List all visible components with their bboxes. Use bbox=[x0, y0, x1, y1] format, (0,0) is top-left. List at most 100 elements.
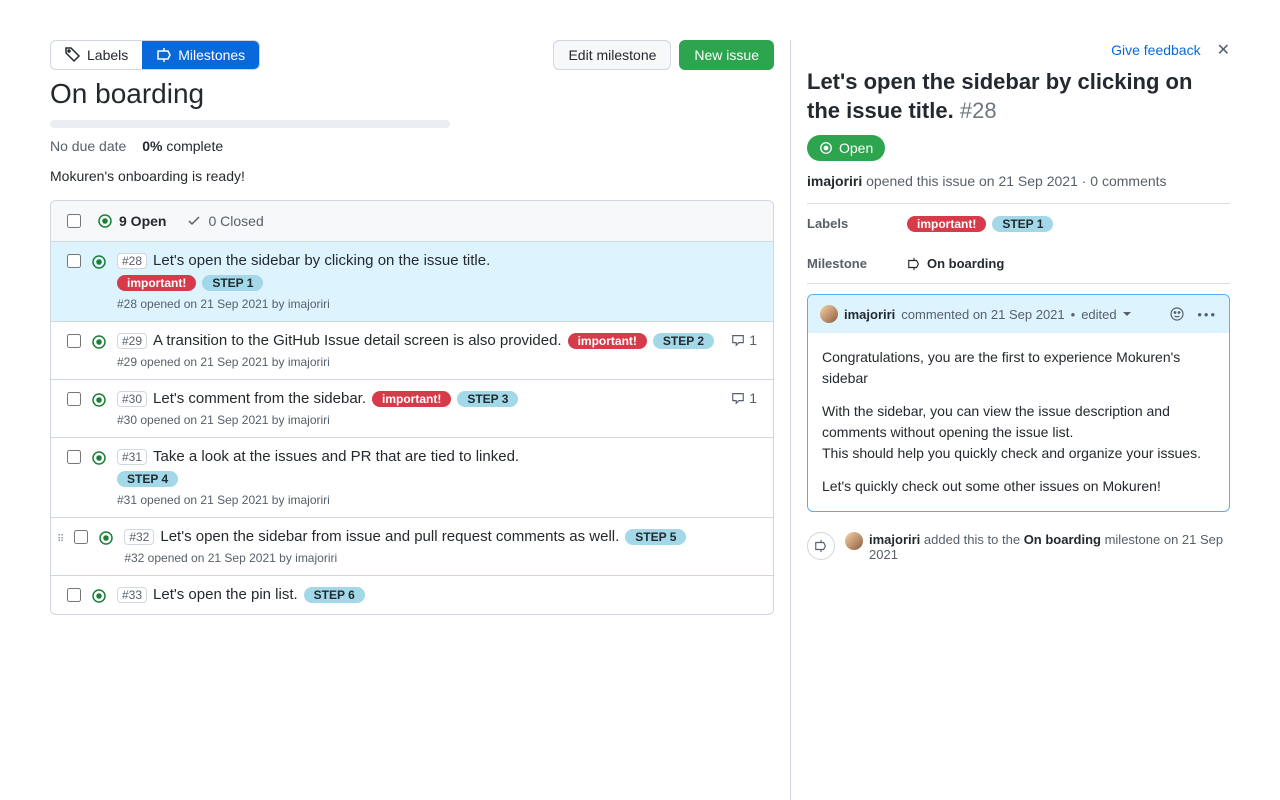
issue-subtext: #28 opened on 21 Sep 2021 by imajoriri bbox=[117, 297, 757, 311]
kebab-icon[interactable]: ••• bbox=[1197, 307, 1217, 322]
comment: imajoriri commented on 21 Sep 2021 • edi… bbox=[807, 294, 1230, 512]
issue-row[interactable]: #28Let's open the sidebar by clicking on… bbox=[51, 241, 773, 321]
sidebar: Give feedback ✕ Let's open the sidebar b… bbox=[790, 40, 1230, 800]
give-feedback-link[interactable]: Give feedback bbox=[1111, 42, 1201, 58]
issue-title[interactable]: Let's open the sidebar from issue and pu… bbox=[160, 528, 619, 545]
comment-count[interactable]: 1 bbox=[731, 332, 757, 348]
comment-count[interactable]: 1 bbox=[731, 390, 757, 406]
milestone-icon bbox=[156, 47, 172, 63]
due-date: No due date bbox=[50, 138, 126, 154]
label-pill[interactable]: STEP 2 bbox=[653, 333, 714, 349]
labels-tab[interactable]: Labels bbox=[51, 41, 142, 69]
milestone-row: Milestone On boarding bbox=[807, 244, 1230, 284]
label-pill[interactable]: STEP 3 bbox=[457, 391, 518, 407]
close-icon[interactable]: ✕ bbox=[1217, 40, 1230, 60]
issue-title[interactable]: Let's open the pin list. bbox=[153, 586, 298, 603]
comment-header: imajoriri commented on 21 Sep 2021 • edi… bbox=[808, 295, 1229, 333]
label-pill[interactable]: important! bbox=[372, 391, 451, 407]
row-checkbox[interactable] bbox=[67, 392, 81, 406]
timeline-badge bbox=[807, 532, 835, 560]
tag-icon bbox=[65, 47, 81, 63]
main-panel: Labels Milestones Edit milestone New iss… bbox=[50, 40, 774, 800]
edit-milestone-button[interactable]: Edit milestone bbox=[553, 40, 671, 70]
issue-open-icon bbox=[98, 530, 114, 546]
label-pill[interactable]: STEP 6 bbox=[304, 587, 365, 603]
issue-subtext: #29 opened on 21 Sep 2021 by imajoriri bbox=[117, 355, 721, 369]
issue-open-icon bbox=[91, 334, 107, 350]
row-checkbox[interactable] bbox=[67, 450, 81, 464]
issue-open-icon bbox=[97, 213, 113, 229]
issue-number: #32 bbox=[124, 529, 154, 545]
label-pill[interactable]: STEP 1 bbox=[202, 275, 263, 291]
progress-bar bbox=[50, 120, 450, 128]
label-pill[interactable]: important! bbox=[568, 333, 647, 349]
edited-dropdown[interactable]: edited bbox=[1081, 307, 1116, 322]
comment-icon bbox=[731, 391, 745, 405]
label-pill[interactable]: important! bbox=[907, 216, 986, 232]
sidebar-title: Let's open the sidebar by clicking on th… bbox=[807, 68, 1230, 125]
closed-count[interactable]: 0 Closed bbox=[186, 213, 263, 229]
issue-open-icon bbox=[91, 254, 107, 270]
milestone-description: Mokuren's onboarding is ready! bbox=[50, 168, 774, 184]
issue-open-icon bbox=[91, 450, 107, 466]
issue-list: 9 Open 0 Closed #28Let's open the sideba… bbox=[50, 200, 774, 615]
issue-number: #30 bbox=[117, 391, 147, 407]
tab-group: Labels Milestones bbox=[50, 40, 260, 70]
row-checkbox[interactable] bbox=[67, 254, 81, 268]
issue-open-icon bbox=[91, 392, 107, 408]
smiley-icon[interactable] bbox=[1169, 306, 1185, 322]
row-checkbox[interactable] bbox=[74, 530, 88, 544]
milestone-title: On boarding bbox=[50, 78, 774, 110]
issue-title[interactable]: Take a look at the issues and PR that ar… bbox=[153, 448, 519, 465]
comment-author[interactable]: imajoriri bbox=[844, 307, 895, 322]
timeline-milestone-link[interactable]: On boarding bbox=[1024, 532, 1101, 547]
sidebar-meta: imajoriri opened this issue on 21 Sep 20… bbox=[807, 173, 1230, 204]
drag-handle-icon[interactable]: ⠿ bbox=[57, 534, 64, 545]
comment-icon bbox=[731, 333, 745, 347]
issue-row[interactable]: ⠿ #32 Let's open the sidebar from issue an… bbox=[51, 517, 773, 575]
labels-row: Labels important!STEP 1 bbox=[807, 204, 1230, 244]
issue-row[interactable]: #29A transition to the GitHub Issue deta… bbox=[51, 321, 773, 379]
issue-subtext: #31 opened on 21 Sep 2021 by imajoriri bbox=[117, 493, 757, 507]
issue-open-icon bbox=[819, 141, 833, 155]
timeline-item: imajoriri added this to the On boarding … bbox=[807, 532, 1230, 562]
timeline-author[interactable]: imajoriri bbox=[869, 532, 920, 547]
milestone-icon bbox=[814, 539, 828, 553]
label-pill[interactable]: STEP 4 bbox=[117, 471, 178, 487]
toolbar: Labels Milestones Edit milestone New iss… bbox=[50, 40, 774, 70]
comment-body: Congratulations, you are the first to ex… bbox=[808, 333, 1229, 511]
labels-tab-label: Labels bbox=[87, 47, 128, 63]
percent-complete: 0% bbox=[142, 138, 162, 154]
issue-row[interactable]: #33 Let's open the pin list. STEP 6 bbox=[51, 575, 773, 614]
issue-list-header: 9 Open 0 Closed bbox=[51, 201, 773, 241]
check-icon bbox=[186, 213, 202, 229]
avatar[interactable] bbox=[820, 305, 838, 323]
milestone-icon bbox=[907, 257, 921, 271]
issue-subtext: #30 opened on 21 Sep 2021 by imajoriri bbox=[117, 413, 721, 427]
issue-number: #31 bbox=[117, 449, 147, 465]
issue-title[interactable]: Let's open the sidebar by clicking on th… bbox=[153, 252, 490, 269]
issue-title[interactable]: A transition to the GitHub Issue detail … bbox=[153, 332, 562, 349]
new-issue-button[interactable]: New issue bbox=[679, 40, 774, 70]
issue-row[interactable]: #31 Take a look at the issues and PR that… bbox=[51, 437, 773, 517]
issue-number: #33 bbox=[117, 587, 147, 603]
sidebar-author[interactable]: imajoriri bbox=[807, 173, 862, 189]
issue-subtext: #32 opened on 21 Sep 2021 by imajoriri bbox=[124, 551, 757, 565]
issue-open-icon bbox=[91, 588, 107, 604]
state-badge: Open bbox=[807, 135, 885, 161]
label-pill[interactable]: STEP 5 bbox=[625, 529, 686, 545]
milestone-meta: No due date 0% complete bbox=[50, 138, 774, 154]
label-pill[interactable]: STEP 1 bbox=[992, 216, 1053, 232]
issue-title[interactable]: Let's comment from the sidebar. bbox=[153, 390, 366, 407]
row-checkbox[interactable] bbox=[67, 334, 81, 348]
milestone-link[interactable]: On boarding bbox=[927, 256, 1004, 271]
avatar[interactable] bbox=[845, 532, 863, 550]
row-checkbox[interactable] bbox=[67, 588, 81, 602]
milestones-tab-label: Milestones bbox=[178, 47, 245, 63]
caret-down-icon[interactable] bbox=[1123, 310, 1131, 318]
select-all-checkbox[interactable] bbox=[67, 214, 81, 228]
label-pill[interactable]: important! bbox=[117, 275, 196, 291]
open-count[interactable]: 9 Open bbox=[97, 213, 166, 229]
milestones-tab[interactable]: Milestones bbox=[142, 41, 259, 69]
issue-row[interactable]: #30 Let's comment from the sidebar. import… bbox=[51, 379, 773, 437]
